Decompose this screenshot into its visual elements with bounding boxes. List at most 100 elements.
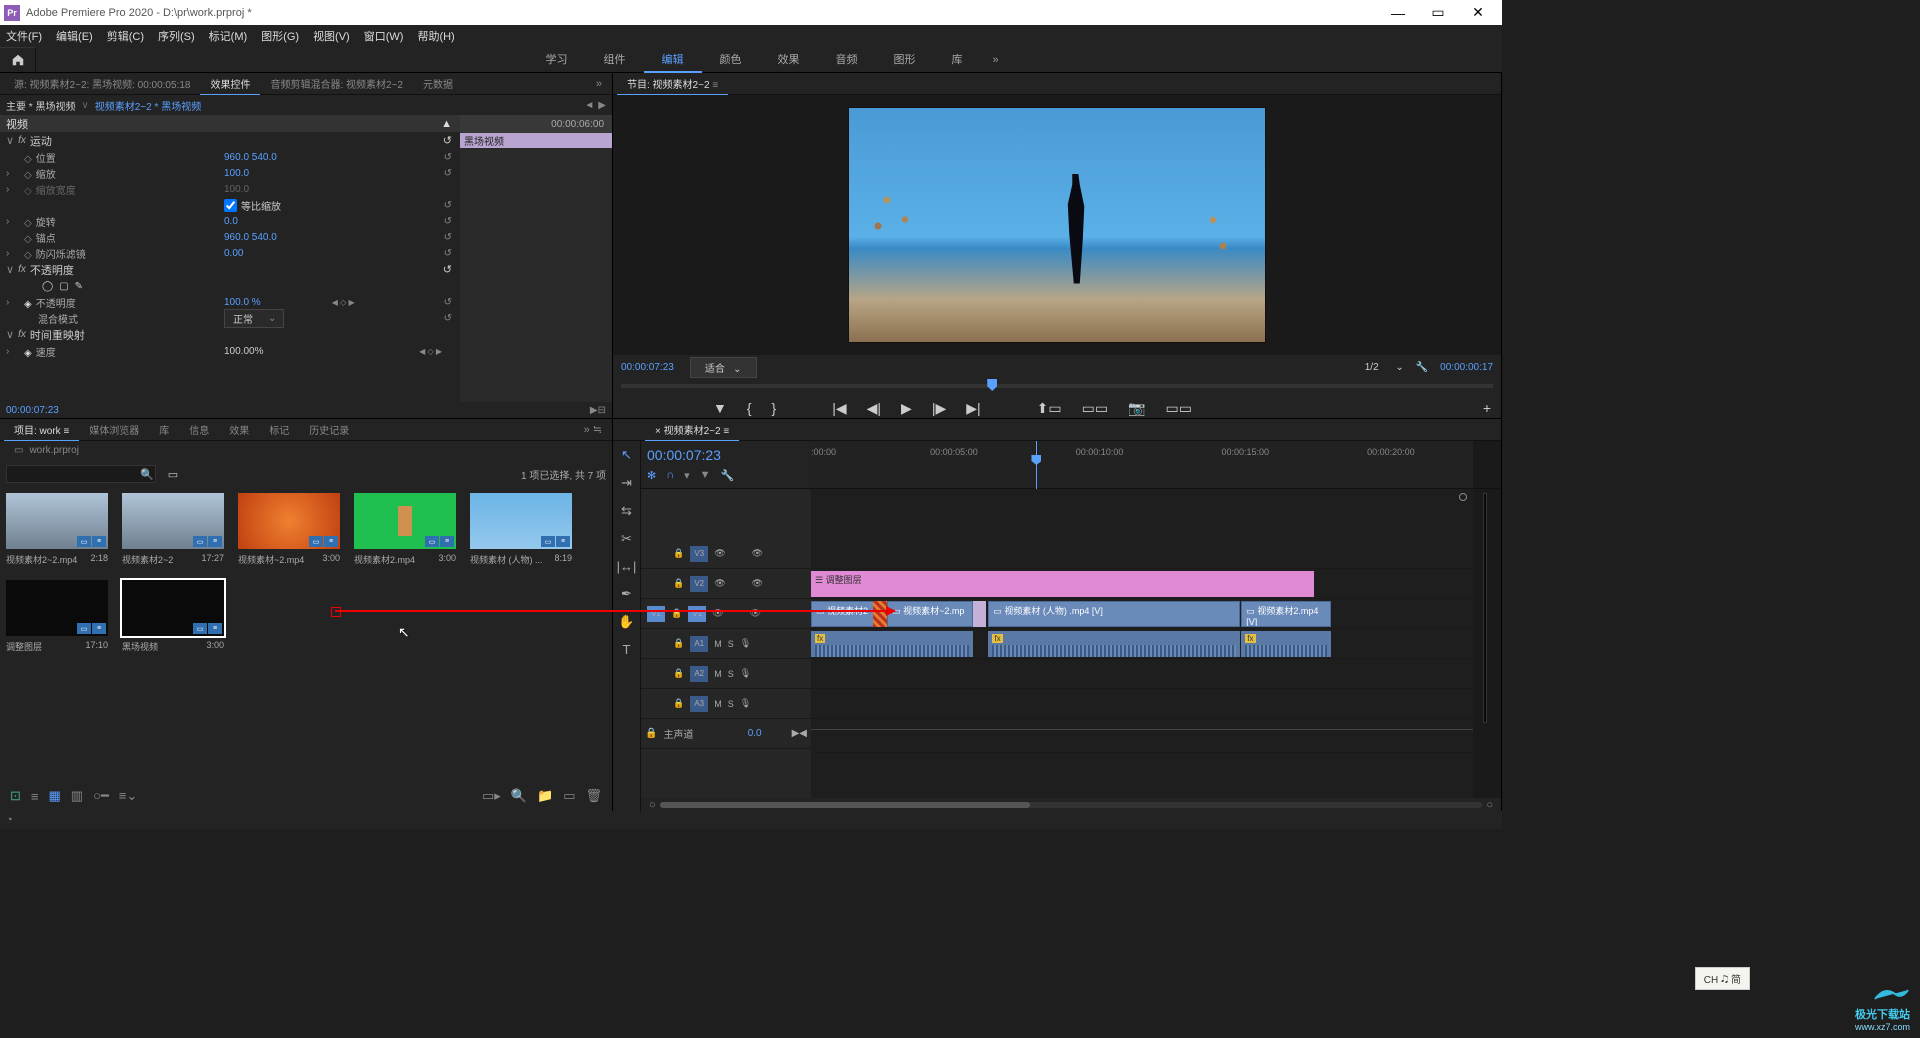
workspace-tab-audio[interactable]: 音频 bbox=[818, 47, 876, 73]
step-forward-icon[interactable]: |▶ bbox=[932, 400, 946, 417]
project-thumb[interactable]: ▭≡调整图层17:10 bbox=[6, 580, 108, 653]
program-timecode[interactable]: 00:00:07:23 bbox=[621, 362, 674, 373]
track-a2[interactable]: A2 bbox=[690, 666, 708, 682]
clip-video3[interactable]: ▭ 视频素材 (人物) .mp4 [V] bbox=[988, 601, 1240, 627]
in-point-icon[interactable]: { bbox=[747, 400, 752, 416]
menu-clip[interactable]: 剪辑(C) bbox=[107, 28, 144, 44]
clip-audio1[interactable]: fx bbox=[811, 631, 973, 657]
menu-view[interactable]: 视图(V) bbox=[313, 28, 350, 44]
workspace-tab-assembly[interactable]: 组件 bbox=[586, 47, 644, 73]
track-a1[interactable]: A1 bbox=[690, 636, 708, 652]
ec-timeremap[interactable]: 时间重映射 bbox=[30, 327, 85, 343]
extract-icon[interactable]: ▭▭ bbox=[1082, 400, 1108, 417]
pen-tool-icon[interactable]: ✒ bbox=[621, 586, 632, 602]
menu-edit[interactable]: 编辑(E) bbox=[56, 28, 93, 44]
project-thumb[interactable]: ▭≡视频素材2~2.mp42:18 bbox=[6, 493, 108, 566]
project-search-input[interactable] bbox=[6, 465, 156, 483]
project-thumb[interactable]: ▭≡视频素材2~217:27 bbox=[122, 493, 224, 566]
tab-effect-controls[interactable]: 效果控件 bbox=[200, 73, 260, 95]
ec-opacity[interactable]: 不透明度 bbox=[30, 262, 74, 278]
new-bin-icon[interactable]: 📁 bbox=[537, 788, 553, 804]
opacity-value[interactable]: 100.0 % bbox=[224, 297, 261, 308]
panel-menu-icon[interactable]: » bbox=[590, 78, 608, 90]
workspace-tab-libraries[interactable]: 库 bbox=[934, 47, 981, 73]
clip-audio2[interactable]: fx bbox=[988, 631, 1240, 657]
clip-adjustment-layer[interactable]: ☰ 调整图层 bbox=[811, 571, 1314, 597]
clip-video4[interactable]: ▭ 视频素材2.mp4 [V] bbox=[1241, 601, 1330, 627]
menu-graphics[interactable]: 图形(G) bbox=[261, 28, 299, 44]
program-resolution[interactable]: 1/2 ⌄ bbox=[1365, 362, 1404, 373]
track-select-tool-icon[interactable]: ⇥ bbox=[621, 475, 632, 491]
program-zoom-fit[interactable]: 适合 ⌄ bbox=[690, 357, 757, 378]
play-icon[interactable]: ▶ bbox=[901, 400, 912, 417]
timeline-timecode[interactable]: 00:00:07:23 bbox=[647, 447, 805, 463]
type-tool-icon[interactable]: T bbox=[623, 642, 631, 657]
maximize-button[interactable]: ▭ bbox=[1418, 0, 1458, 25]
timeline-track-area[interactable]: ☰ 调整图层 ▭ 视频素材2~ ▭ 视频素材~2.mp ▭ 视频素材 (人物) … bbox=[811, 489, 1473, 798]
program-canvas[interactable] bbox=[613, 95, 1501, 355]
ec-motion[interactable]: 运动 bbox=[30, 133, 52, 149]
ec-toggle-icon[interactable]: ▶⊟ bbox=[590, 405, 606, 416]
wrench-icon[interactable]: 🔧 bbox=[721, 469, 735, 482]
hand-tool-icon[interactable]: ✋ bbox=[618, 614, 634, 630]
menu-sequence[interactable]: 序列(S) bbox=[158, 28, 195, 44]
ec-nav-play[interactable]: ▶ bbox=[598, 100, 606, 111]
find-icon[interactable]: 🔍 bbox=[511, 788, 527, 804]
reset-icon[interactable]: ↺ bbox=[443, 134, 452, 147]
uniform-scale-checkbox[interactable] bbox=[224, 199, 237, 212]
ec-sequence-label[interactable]: 视频素材2~2 * 黑场视频 bbox=[95, 98, 201, 113]
project-thumb[interactable]: ▭≡黑场视频3:00 bbox=[122, 580, 224, 653]
track-v3[interactable]: V3 bbox=[690, 546, 708, 562]
tab-metadata[interactable]: 元数据 bbox=[413, 73, 463, 94]
export-frame-icon[interactable]: 📷 bbox=[1128, 400, 1145, 417]
zoom-out-icon[interactable]: ○ bbox=[649, 799, 656, 811]
timeline-ruler[interactable]: :00:0000:00:05:0000:00:10:0000:00:15:000… bbox=[811, 441, 1473, 488]
menu-marker[interactable]: 标记(M) bbox=[209, 28, 248, 44]
sync-lock-icon[interactable]: 👁 bbox=[752, 548, 763, 559]
workspace-tab-effects[interactable]: 效果 bbox=[760, 47, 818, 73]
filter-icon[interactable]: ▭ bbox=[168, 468, 178, 481]
marker-add-icon[interactable]: ▾ bbox=[684, 469, 690, 482]
voice-icon[interactable]: 🎙 bbox=[740, 638, 751, 649]
menu-file[interactable]: 文件(F) bbox=[6, 28, 42, 44]
rotation-value[interactable]: 0.0 bbox=[224, 216, 238, 227]
project-thumb[interactable]: ▭≡视频素材~2.mp43:00 bbox=[238, 493, 340, 566]
compare-icon[interactable]: ▭▭ bbox=[1166, 400, 1192, 417]
track-v1[interactable]: V1 bbox=[688, 606, 706, 622]
ripple-tool-icon[interactable]: ⇆ bbox=[621, 503, 632, 519]
marker-icon[interactable]: ▼ bbox=[713, 400, 727, 416]
toggle-output-icon[interactable]: 👁 bbox=[714, 548, 725, 559]
project-overflow[interactable]: » ≒ bbox=[578, 423, 608, 436]
sort-icon[interactable]: ≡⌄ bbox=[119, 788, 137, 804]
mask-ellipse-icon[interactable]: ◯ bbox=[42, 281, 53, 292]
view-list-icon[interactable]: ⊡ bbox=[10, 788, 21, 804]
tab-history[interactable]: 历史记录 bbox=[299, 419, 359, 440]
source-v1[interactable]: V1 bbox=[647, 606, 665, 622]
track-a3[interactable]: A3 bbox=[690, 696, 708, 712]
workspace-tab-graphics[interactable]: 图形 bbox=[876, 47, 934, 73]
wrench-icon[interactable]: 🔧 bbox=[1416, 362, 1428, 373]
slip-tool-icon[interactable]: |↔| bbox=[617, 559, 637, 574]
view-freeform-icon[interactable]: ▦ bbox=[49, 788, 61, 804]
step-back-icon[interactable]: ◀| bbox=[867, 400, 881, 417]
zoom-handle-icon[interactable] bbox=[1459, 493, 1467, 501]
view-tile-icon[interactable]: ▥ bbox=[71, 788, 83, 804]
tab-markers[interactable]: 标记 bbox=[259, 419, 299, 440]
position-value[interactable]: 960.0 540.0 bbox=[224, 152, 277, 163]
snap-icon[interactable]: ✻ bbox=[647, 469, 656, 482]
zoom-in-icon[interactable]: ○ bbox=[1486, 799, 1493, 811]
mask-rect-icon[interactable]: ▢ bbox=[59, 281, 68, 292]
playhead-icon[interactable] bbox=[987, 379, 997, 391]
linked-selection-icon[interactable]: ∩ bbox=[666, 469, 674, 482]
minimize-button[interactable]: — bbox=[1378, 0, 1418, 25]
antiflicker-value[interactable]: 0.00 bbox=[224, 248, 243, 259]
program-scrubber[interactable] bbox=[621, 379, 1493, 393]
tab-timeline-sequence[interactable]: × 视频素材2~2 ≡ bbox=[645, 419, 739, 441]
selection-tool-icon[interactable]: ↖ bbox=[621, 447, 632, 463]
timeline-zoom-slider[interactable] bbox=[660, 802, 1483, 808]
tab-project[interactable]: 项目: work ≡ bbox=[4, 419, 79, 441]
settings-icon[interactable]: ▼ bbox=[700, 469, 711, 482]
workspace-tab-editing[interactable]: 编辑 bbox=[644, 47, 702, 73]
tab-effects[interactable]: 效果 bbox=[219, 419, 259, 440]
workspace-overflow[interactable]: » bbox=[981, 54, 1011, 66]
